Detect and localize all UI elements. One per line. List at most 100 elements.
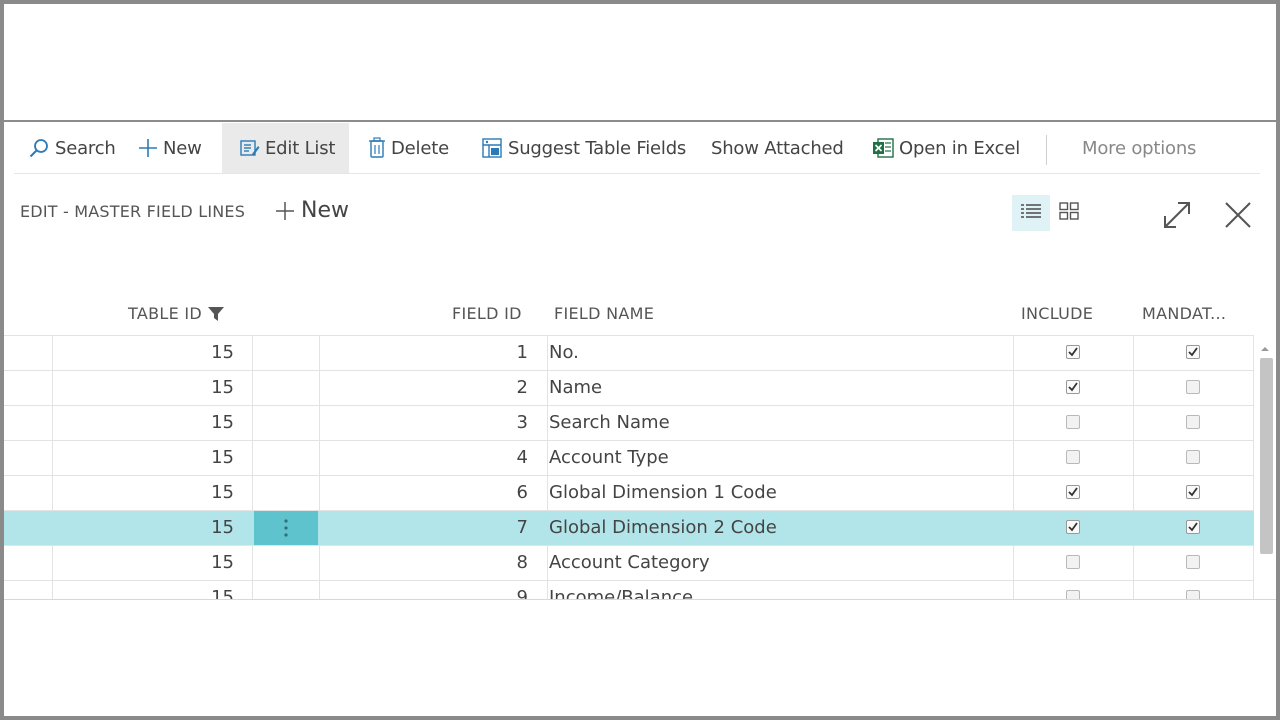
field-id-cell[interactable]: 1 [320, 336, 548, 370]
field-id-cell[interactable]: 6 [320, 476, 548, 510]
table-id-cell[interactable]: 15 [52, 476, 252, 510]
page-new-button[interactable]: New [275, 198, 349, 223]
actionbar-separator [1046, 135, 1047, 165]
open-in-excel-button[interactable]: Open in Excel [872, 123, 1020, 173]
table-id-cell[interactable]: 15 [52, 546, 252, 580]
field-name-cell[interactable]: Account Category [549, 546, 1014, 580]
table-id-cell[interactable]: 15 [52, 581, 252, 600]
plus-icon [275, 201, 295, 221]
more-options-button[interactable]: More options [1082, 123, 1196, 173]
excel-icon [872, 137, 894, 159]
table-id-cell[interactable]: 15 [52, 511, 252, 545]
top-divider [4, 120, 1276, 122]
more-options-label: More options [1082, 137, 1197, 159]
column-header-include[interactable]: INCLUDE [1021, 304, 1093, 323]
table-row[interactable]: 15 8 Account Category [4, 546, 1254, 581]
field-id-cell[interactable]: 2 [320, 371, 548, 405]
mandatory-checkbox[interactable] [1186, 555, 1200, 569]
checkmark-icon [1068, 522, 1078, 532]
include-checkbox[interactable] [1066, 345, 1080, 359]
table-id-cell[interactable]: 15 [52, 406, 252, 440]
suggest-fields-icon [481, 137, 503, 159]
new-label: New [163, 137, 202, 159]
suggest-table-fields-label: Suggest Table Fields [508, 137, 687, 159]
column-header-mandatory[interactable]: MANDAT... [1142, 304, 1226, 323]
table-id-cell[interactable]: 15 [52, 371, 252, 405]
checkmark-icon [1068, 487, 1078, 497]
field-id-cell[interactable]: 4 [320, 441, 548, 475]
filter-icon [208, 306, 225, 321]
field-id-cell[interactable]: 9 [320, 581, 548, 600]
include-checkbox[interactable] [1066, 450, 1080, 464]
search-icon [28, 137, 50, 159]
field-name-cell[interactable]: No. [549, 336, 1014, 370]
tile-view-button[interactable] [1054, 195, 1084, 231]
scroll-up-icon[interactable] [1259, 340, 1271, 352]
show-attached-button[interactable]: Show Attached [711, 123, 844, 173]
field-name-cell[interactable]: Global Dimension 1 Code [549, 476, 1014, 510]
table-row[interactable]: 15 2 Name [4, 371, 1254, 406]
field-name-cell[interactable]: Account Type [549, 441, 1014, 475]
column-header-field-name[interactable]: FIELD NAME [554, 304, 654, 323]
row-actions-icon[interactable] [254, 511, 318, 545]
table-row[interactable]: 15 9 Income/Balance [4, 581, 1254, 600]
scrollbar-thumb[interactable] [1260, 358, 1273, 554]
page-title: EDIT - MASTER FIELD LINES [20, 202, 246, 221]
trash-icon [368, 137, 386, 159]
table-id-cell[interactable]: 15 [52, 336, 252, 370]
new-button[interactable]: New [138, 123, 202, 173]
mandatory-checkbox[interactable] [1186, 450, 1200, 464]
grid-bottom-divider [4, 599, 1276, 600]
delete-label: Delete [391, 137, 449, 159]
checkmark-icon [1188, 347, 1198, 357]
mandatory-checkbox[interactable] [1186, 345, 1200, 359]
table-row[interactable]: 15 7 Global Dimension 2 Code [4, 511, 1254, 546]
table-row[interactable]: 15 3 Search Name [4, 406, 1254, 441]
tile-view-icon [1059, 202, 1079, 224]
expand-button[interactable] [1160, 198, 1194, 232]
checkmark-icon [1188, 522, 1198, 532]
expand-icon [1160, 202, 1194, 236]
table-row[interactable]: 15 1 No. [4, 336, 1254, 371]
table-id-cell[interactable]: 15 [52, 441, 252, 475]
show-attached-label: Show Attached [711, 137, 844, 159]
checkmark-icon [1068, 347, 1078, 357]
page-new-label: New [301, 198, 349, 223]
field-name-cell[interactable]: Name [549, 371, 1014, 405]
field-name-cell[interactable]: Global Dimension 2 Code [549, 511, 1014, 545]
lines-grid: 15 1 No. 15 2 Name 15 3 Search Name 15 4… [4, 335, 1254, 600]
field-name-cell[interactable]: Search Name [549, 406, 1014, 440]
edit-list-label: Edit List [265, 137, 336, 159]
field-id-cell[interactable]: 8 [320, 546, 548, 580]
action-bar: Search New Edit List Delete Suggest Tabl… [14, 123, 1260, 174]
close-icon [1222, 202, 1254, 235]
edit-list-icon [240, 138, 260, 158]
include-checkbox[interactable] [1066, 485, 1080, 499]
list-view-icon [1021, 203, 1041, 223]
column-header-table-id[interactable]: TABLE ID [128, 304, 225, 323]
suggest-table-fields-button[interactable]: Suggest Table Fields [481, 123, 686, 173]
plus-icon [138, 138, 158, 158]
include-checkbox[interactable] [1066, 555, 1080, 569]
search-button[interactable]: Search [28, 123, 116, 173]
field-name-cell[interactable]: Income/Balance [549, 581, 1014, 600]
column-header-field-id[interactable]: FIELD ID [452, 304, 522, 323]
delete-button[interactable]: Delete [368, 123, 449, 173]
checkmark-icon [1188, 487, 1198, 497]
include-checkbox[interactable] [1066, 415, 1080, 429]
open-in-excel-label: Open in Excel [899, 137, 1021, 159]
include-checkbox[interactable] [1066, 520, 1080, 534]
include-checkbox[interactable] [1066, 380, 1080, 394]
mandatory-checkbox[interactable] [1186, 380, 1200, 394]
field-id-cell[interactable]: 7 [320, 511, 548, 545]
close-button[interactable] [1222, 199, 1254, 231]
table-row[interactable]: 15 6 Global Dimension 1 Code [4, 476, 1254, 511]
mandatory-checkbox[interactable] [1186, 520, 1200, 534]
edit-list-button[interactable]: Edit List [222, 123, 349, 173]
field-id-cell[interactable]: 3 [320, 406, 548, 440]
column-header-table-id-label: TABLE ID [128, 304, 203, 323]
mandatory-checkbox[interactable] [1186, 485, 1200, 499]
list-view-button[interactable] [1012, 195, 1050, 231]
table-row[interactable]: 15 4 Account Type [4, 441, 1254, 476]
mandatory-checkbox[interactable] [1186, 415, 1200, 429]
